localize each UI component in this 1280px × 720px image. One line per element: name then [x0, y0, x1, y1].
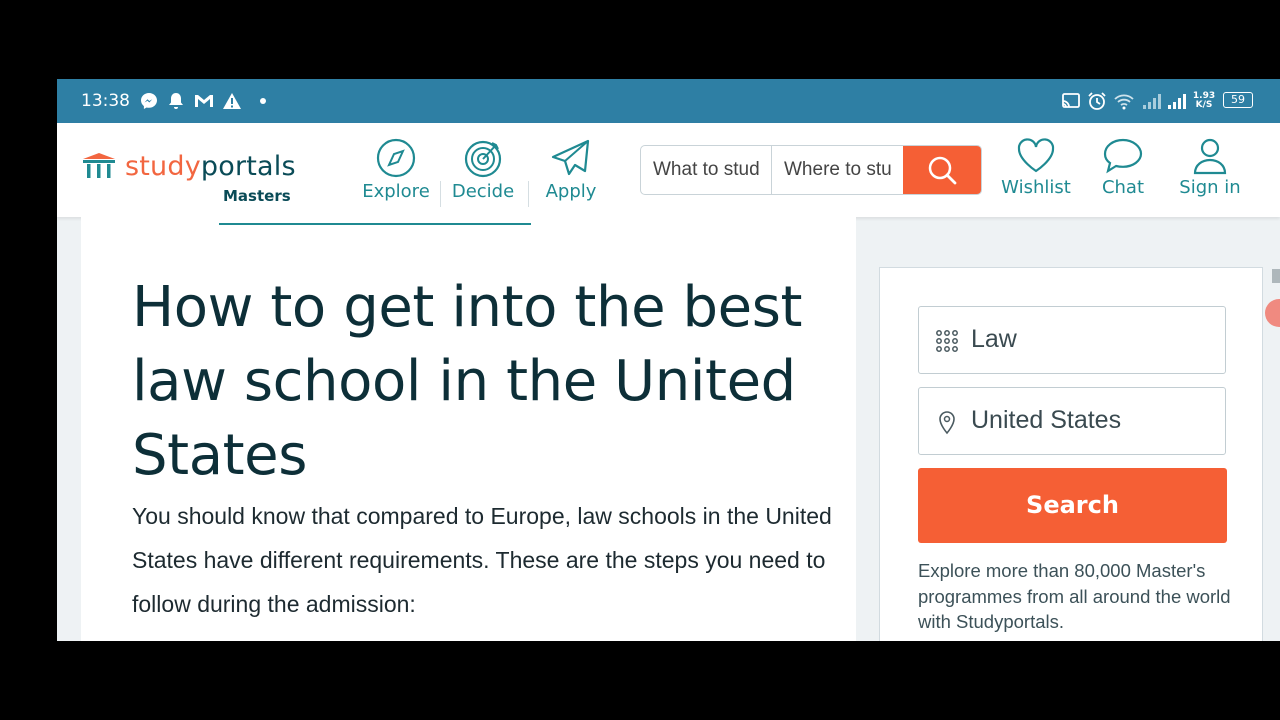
nav-decide[interactable]: Decide	[449, 137, 517, 202]
compass-icon	[376, 138, 416, 178]
header-search-button[interactable]	[903, 146, 981, 194]
location-field[interactable]: United States	[918, 387, 1226, 455]
status-time: 13:38	[81, 91, 130, 111]
chat-bubble-icon	[1103, 138, 1143, 174]
header-search	[640, 145, 982, 195]
nav-explore[interactable]: Explore	[361, 137, 431, 202]
signal-icon-2	[1168, 94, 1186, 109]
gmail-icon	[195, 95, 213, 107]
nav-decide-label: Decide	[451, 181, 515, 202]
battery-level: 59	[1231, 93, 1245, 106]
warning-icon	[223, 93, 241, 109]
article-lead: You should know that compared to Europe,…	[132, 503, 832, 617]
article-title: How to get into the best law school in t…	[132, 275, 803, 488]
location-pin-icon	[939, 411, 955, 435]
floating-bubble[interactable]	[1265, 299, 1280, 327]
nav-sign-in[interactable]: Sign in	[1175, 137, 1245, 198]
phone-screen: 13:38 1.93 K/S 59 studyportals Masters E…	[57, 79, 1280, 641]
wifi-icon	[1114, 94, 1134, 110]
discipline-field[interactable]: Law	[918, 306, 1226, 374]
paper-plane-icon	[551, 139, 590, 176]
heart-icon	[1017, 138, 1055, 173]
site-header: studyportals Masters Explore Decide Appl…	[57, 123, 1280, 217]
nav-apply-label: Apply	[545, 181, 597, 202]
programme-search-widget: Law United States Search Explore more th…	[879, 267, 1263, 641]
nav-wishlist[interactable]: Wishlist	[999, 137, 1073, 198]
target-icon	[464, 140, 502, 178]
grid-dots-icon	[936, 330, 958, 352]
signal-icon	[1143, 94, 1161, 109]
logo-part-study: study	[125, 151, 201, 182]
building-icon	[83, 153, 115, 178]
logo-part-portals: portals	[200, 151, 296, 182]
logo-subtitle: Masters	[223, 187, 291, 205]
scrollbar-thumb[interactable]	[1272, 269, 1280, 283]
battery-icon: 59	[1223, 92, 1253, 108]
user-icon	[1193, 138, 1227, 175]
messenger-icon	[141, 93, 157, 109]
location-value: United States	[971, 406, 1122, 434]
article-card: How to get into the best law school in t…	[81, 217, 856, 641]
search-icon	[928, 156, 957, 185]
nav-chat-label: Chat	[1101, 177, 1145, 198]
what-to-study-input[interactable]	[641, 146, 771, 194]
nav-divider	[528, 181, 529, 207]
network-speed-unit: K/S	[1195, 100, 1213, 110]
alarm-icon	[1088, 92, 1106, 110]
nav-divider	[440, 181, 441, 207]
cast-icon	[1062, 93, 1080, 108]
nav-explore-label: Explore	[362, 181, 430, 202]
explore-text: Explore more than 80,000 Master's progra…	[918, 560, 1231, 632]
status-bar: 13:38 1.93 K/S 59	[57, 79, 1280, 123]
nav-chat[interactable]: Chat	[1095, 137, 1151, 198]
discipline-value: Law	[971, 325, 1017, 353]
search-button[interactable]: Search	[918, 468, 1227, 543]
nav-sign-in-label: Sign in	[1179, 177, 1241, 198]
dot-icon	[260, 98, 266, 104]
nav-apply[interactable]: Apply	[539, 137, 603, 202]
notification-bell-icon	[169, 93, 183, 109]
cropped-link-underline[interactable]	[219, 217, 531, 225]
logo-wordmark: studyportals	[125, 151, 296, 182]
network-speed: 1.93 K/S	[1191, 92, 1217, 110]
nav-wishlist-label: Wishlist	[1001, 177, 1071, 198]
where-to-study-input[interactable]	[772, 146, 903, 194]
